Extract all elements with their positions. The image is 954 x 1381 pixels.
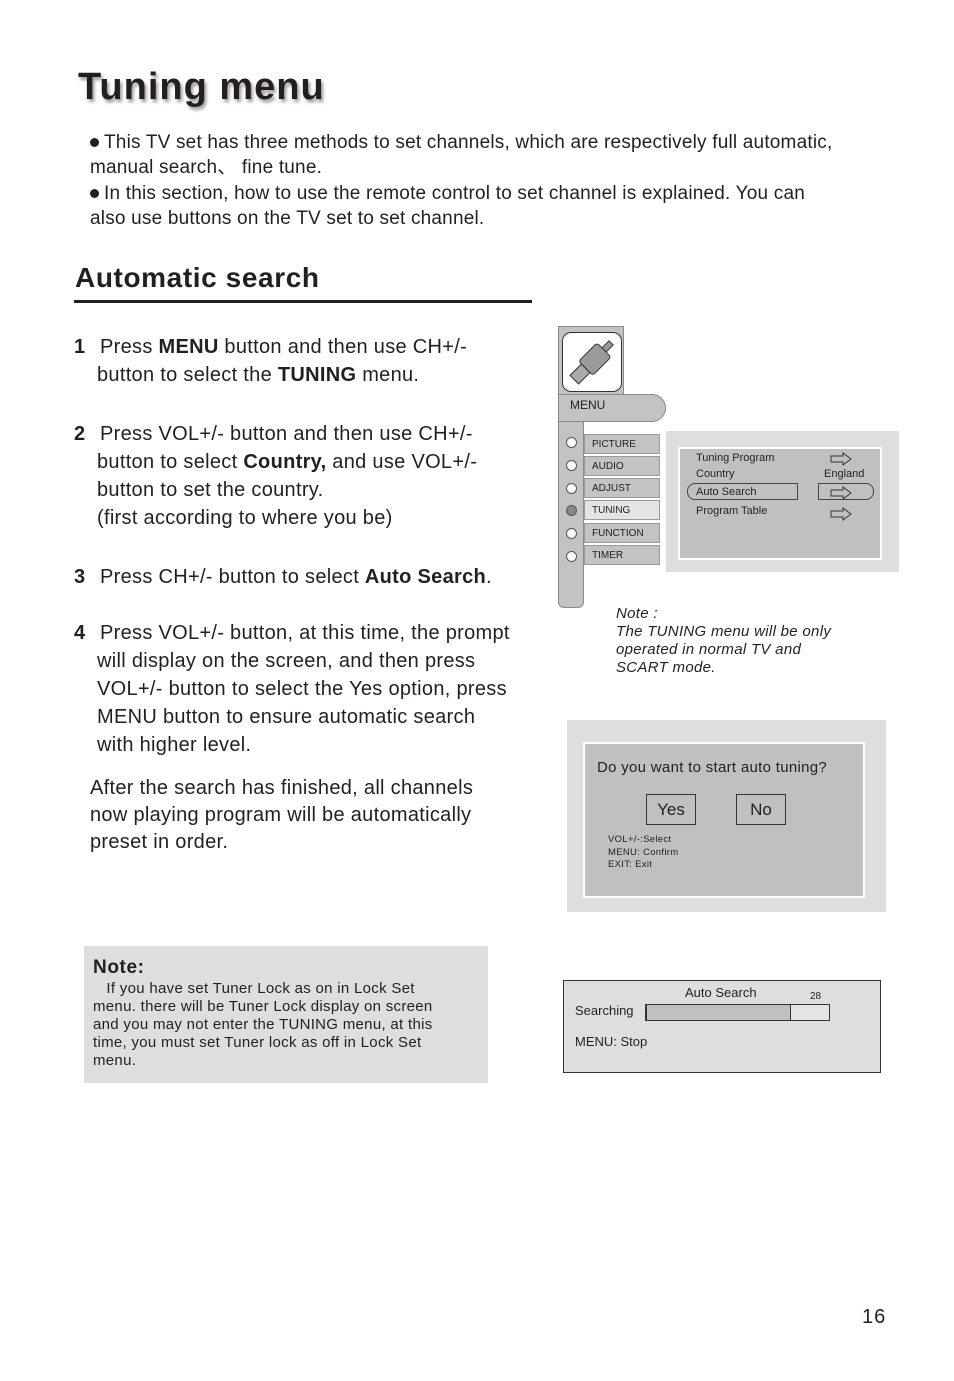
step-text: button to select — [97, 451, 244, 473]
no-button[interactable]: No — [736, 794, 786, 825]
menu-item-timer[interactable]: TIMER — [584, 545, 660, 565]
step-2: 2 Press VOL+/- button and then use CH+/- … — [74, 420, 477, 532]
radio-function[interactable] — [566, 528, 577, 539]
note-line: menu. — [93, 1052, 137, 1069]
after-text-line: preset in order. — [90, 831, 229, 853]
note-title: Note : — [616, 605, 658, 622]
note-line: SCART mode. — [616, 659, 716, 676]
step-text: button to set the country. — [97, 479, 324, 501]
intro-paragraph-2: In this section, how to use the remote c… — [90, 181, 900, 231]
channel-number: 28 — [810, 991, 822, 1002]
note-line: and you may not enter the TUNING menu, a… — [93, 1016, 433, 1033]
after-search-text: After the search has finished, all chann… — [90, 775, 473, 856]
intro-text: In this section, how to use the remote c… — [104, 183, 806, 204]
progress-bar-fill — [647, 1005, 791, 1020]
step-keyword: TUNING — [277, 364, 357, 386]
section-title: Automatic search — [75, 262, 320, 293]
step-text: button and then use CH+/- — [218, 336, 468, 358]
step-text: (first according to where you be) — [97, 507, 393, 529]
step-text: will display on the screen, and then pre… — [97, 650, 476, 672]
bullet-icon — [90, 138, 99, 148]
intro-paragraph-1: This TV set has three methods to set cha… — [90, 130, 900, 180]
radio-tuning[interactable] — [566, 505, 577, 516]
step-keyword: Auto Search — [364, 566, 487, 588]
step-4: 4 Press VOL+/- button, at this time, the … — [74, 619, 510, 759]
note-line: operated in normal TV and — [616, 641, 802, 658]
dialog-help: VOL+/-:Select MENU: Confirm EXIT: Exit — [608, 834, 678, 872]
note-title: Note: — [93, 957, 145, 978]
menu-item-adjust[interactable]: ADJUST — [584, 478, 660, 498]
step-text: Press CH+/- button to select — [100, 566, 365, 588]
step-number: 4 — [74, 622, 86, 644]
after-text-line: After the search has finished, all chann… — [90, 777, 474, 799]
step-text: button to select the — [97, 364, 278, 386]
note-line: The TUNING menu will be only — [616, 623, 832, 640]
step-1: 1 Press MENU button and then use CH+/- bu… — [74, 333, 467, 389]
step-text: menu. — [356, 364, 420, 386]
progress-title: Auto Search — [685, 985, 757, 1000]
help-line: EXIT: Exit — [608, 859, 653, 870]
intro-text: This TV set has three methods to set cha… — [104, 132, 833, 153]
arrow-right-icon — [830, 452, 852, 466]
step-text: . — [486, 566, 492, 588]
radio-timer[interactable] — [566, 551, 577, 562]
step-number: 2 — [74, 423, 86, 445]
dialog-question: Do you want to start auto tuning? — [597, 759, 828, 776]
progress-bar — [645, 1004, 830, 1021]
bullet-icon — [90, 189, 99, 199]
menu-label: MENU — [570, 398, 606, 412]
step-number: 1 — [74, 336, 86, 358]
arrow-right-icon — [830, 486, 852, 500]
submenu-item-program-table[interactable]: Program Table — [696, 505, 767, 517]
intro-text: also use buttons on the TV set to set ch… — [90, 208, 485, 229]
yes-button[interactable]: Yes — [646, 794, 696, 825]
step-text: and use VOL+/- — [326, 451, 478, 473]
note-line: If you have set Tuner Lock as on in Lock… — [93, 980, 415, 997]
step-number: 3 — [74, 566, 86, 588]
step-text: MENU button to ensure automatic search — [97, 706, 476, 728]
section-divider — [74, 300, 532, 303]
step-keyword: MENU — [158, 336, 219, 358]
step-text: Press VOL+/- button, at this time, the p… — [100, 622, 510, 644]
step-text: with higher level. — [97, 734, 252, 756]
country-value: England — [824, 468, 865, 480]
submenu-item-auto-search[interactable]: Auto Search — [696, 486, 757, 498]
scart-plug-icon — [562, 332, 622, 392]
note-line: time, you must set Tuner lock as off in … — [93, 1034, 422, 1051]
searching-label: Searching — [575, 1003, 634, 1018]
tuning-mode-note: Note : The TUNING menu will be only oper… — [616, 605, 831, 677]
step-keyword: Country, — [243, 451, 327, 473]
menu-item-picture[interactable]: PICTURE — [584, 434, 660, 454]
step-text: Press — [100, 336, 159, 358]
note-body: If you have set Tuner Lock as on in Lock… — [93, 980, 483, 1070]
menu-item-function[interactable]: FUNCTION — [584, 523, 660, 543]
stop-hint: MENU: Stop — [575, 1034, 648, 1049]
step-3: 3 Press CH+/- button to select Auto Searc… — [74, 563, 492, 591]
submenu-item-country[interactable]: Country — [696, 468, 735, 480]
menu-item-tuning[interactable]: TUNING — [584, 500, 660, 520]
step-text: Press VOL+/- button and then use CH+/- — [100, 423, 473, 445]
intro-text: manual search、 fine tune. — [90, 157, 323, 178]
after-text-line: now playing program will be automaticall… — [90, 804, 472, 826]
radio-adjust[interactable] — [566, 483, 577, 494]
submenu-item-tuning-program[interactable]: Tuning Program — [696, 452, 774, 464]
help-line: VOL+/-:Select — [608, 834, 672, 845]
help-line: MENU: Confirm — [608, 846, 679, 858]
radio-picture[interactable] — [566, 437, 577, 448]
arrow-right-icon — [830, 507, 852, 521]
page-title: Tuning menu — [78, 66, 325, 108]
note-line: menu. there will be Tuner Lock display o… — [93, 998, 433, 1015]
page-number: 16 — [862, 1306, 887, 1328]
radio-audio[interactable] — [566, 460, 577, 471]
step-text: VOL+/- button to select the Yes option, … — [97, 678, 507, 700]
menu-item-audio[interactable]: AUDIO — [584, 456, 660, 476]
